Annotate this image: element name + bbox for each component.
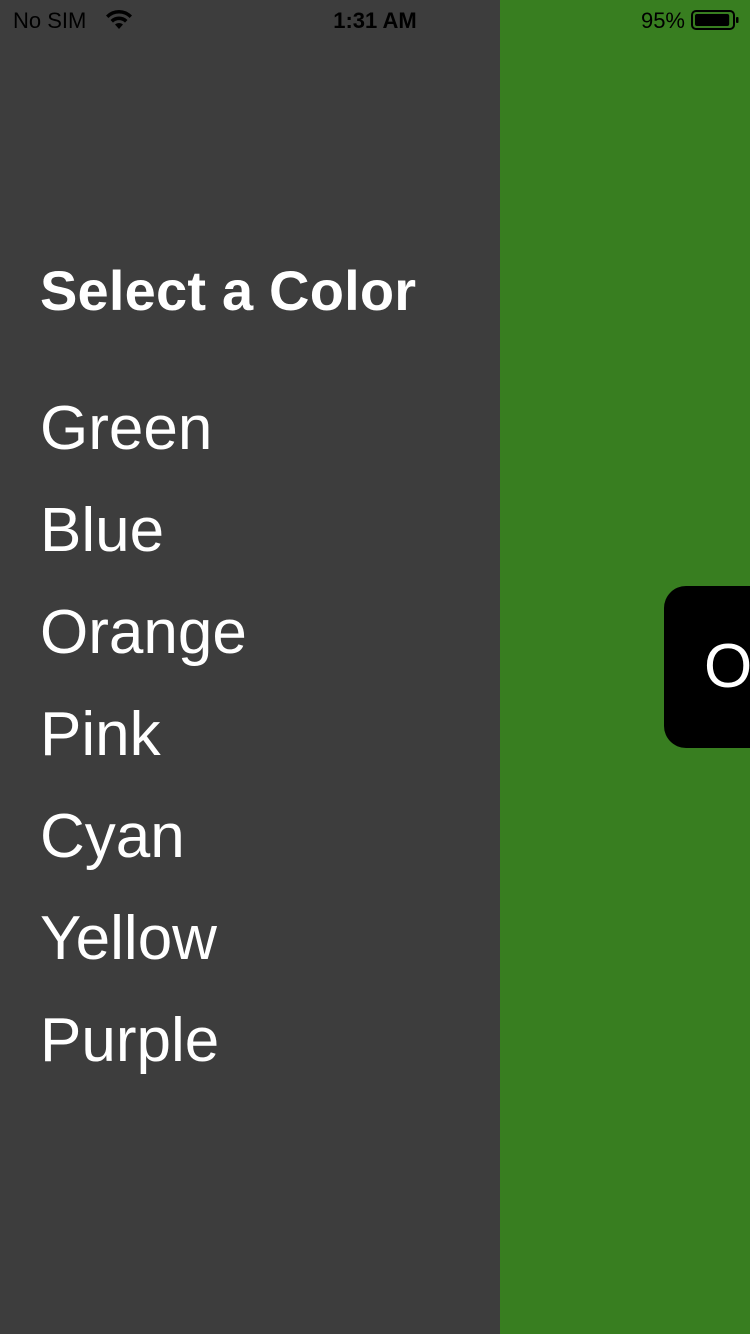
drawer-title: Select a Color xyxy=(40,259,417,322)
app-screen: O Select a Color Green Blue Orange Pink … xyxy=(0,0,750,1334)
color-item-pink[interactable]: Pink xyxy=(40,698,247,800)
color-item-purple[interactable]: Purple xyxy=(40,1004,247,1106)
color-item-cyan[interactable]: Cyan xyxy=(40,800,247,902)
color-list: Green Blue Orange Pink Cyan Yellow Purpl… xyxy=(40,392,247,1106)
clock-label: 1:31 AM xyxy=(333,8,417,33)
color-item-orange[interactable]: Orange xyxy=(40,596,247,698)
color-item-green[interactable]: Green xyxy=(40,392,247,494)
status-bar: No SIM 1:31 AM 95% xyxy=(0,0,750,40)
battery-percent-label: 95% xyxy=(640,8,685,33)
color-item-blue[interactable]: Blue xyxy=(40,494,247,596)
color-item-yellow[interactable]: Yellow xyxy=(40,902,247,1004)
side-drawer: Select a Color Green Blue Orange Pink Cy… xyxy=(0,0,500,1334)
battery-icon xyxy=(691,10,739,30)
menu-toggle-button[interactable]: O xyxy=(664,586,750,748)
